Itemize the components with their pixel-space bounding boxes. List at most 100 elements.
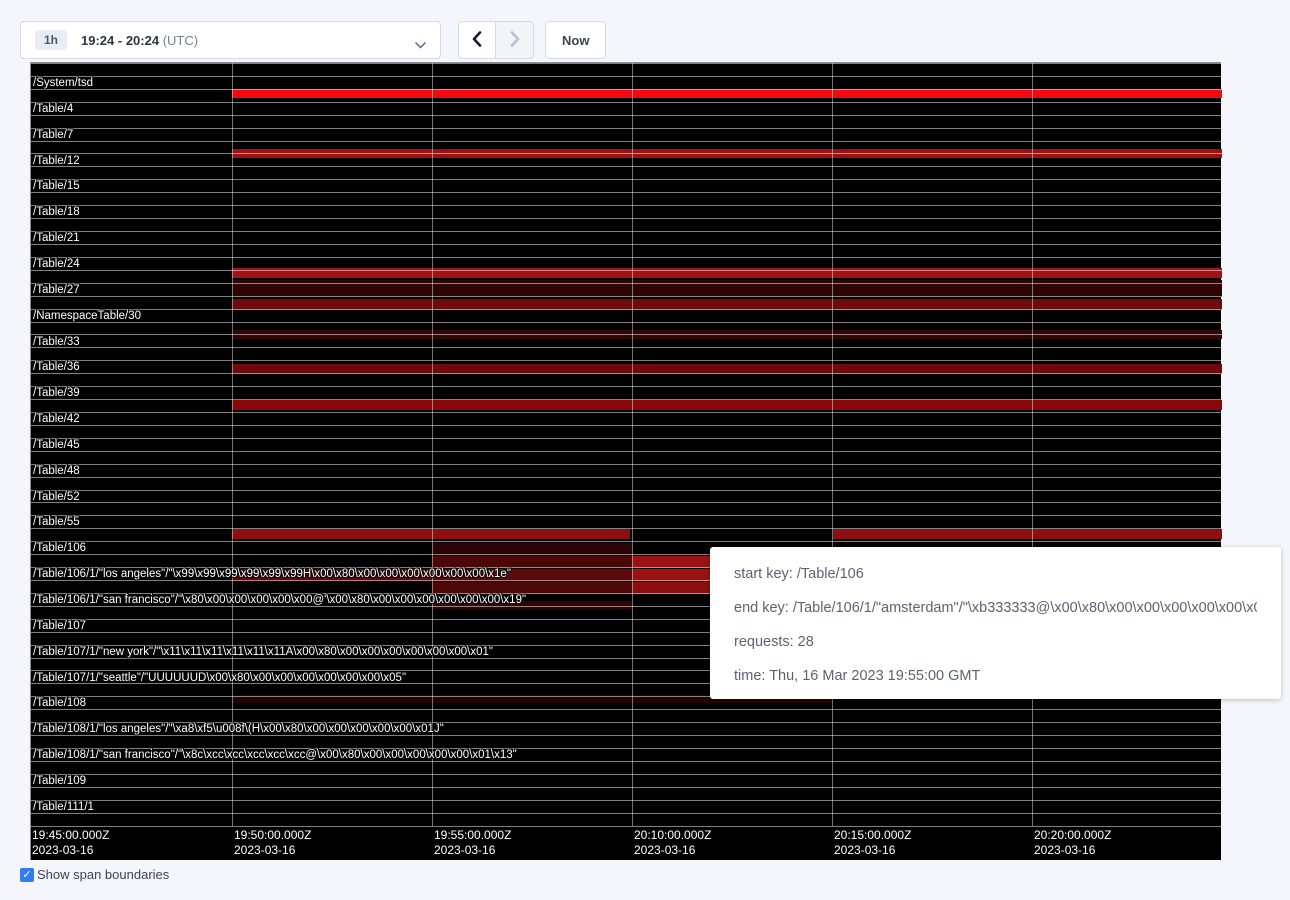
span-boundary-line: [31, 386, 1222, 387]
row-label: /Table/42: [33, 413, 80, 425]
x-axis-tick: 19:50:00.000Z2023-03-16: [234, 828, 311, 858]
x-axis-time: 19:50:00.000Z: [234, 828, 311, 843]
key-visualizer-canvas[interactable]: /System/tsd/Table/4/Table/7/Table/12/Tab…: [30, 62, 1221, 860]
x-axis-date: 2023-03-16: [32, 843, 109, 858]
row-label: /Table/39: [33, 387, 80, 399]
x-axis-date: 2023-03-16: [834, 843, 911, 858]
x-axis-time: 19:55:00.000Z: [434, 828, 511, 843]
span-boundaries-checkbox[interactable]: ✓: [20, 868, 34, 882]
span-boundary-line: [31, 709, 1222, 710]
time-gridline: [432, 63, 433, 826]
span-boundary-line: [31, 360, 1222, 361]
row-label: /Table/18: [33, 206, 80, 218]
span-boundary-line: [31, 373, 1222, 374]
x-axis-date: 2023-03-16: [434, 843, 511, 858]
span-boundary-line: [31, 399, 1222, 400]
x-axis-tick: 20:20:00.000Z2023-03-16: [1034, 828, 1111, 858]
prev-interval-button[interactable]: [458, 21, 496, 59]
span-boundaries-label: Show span boundaries: [37, 867, 169, 882]
heat-band: [232, 529, 630, 539]
row-label: /Table/107/1/"seattle"/"UUUUUUD\x00\x80\…: [33, 672, 406, 684]
row-label: /Table/4: [33, 103, 73, 115]
hover-tooltip: start key: /Table/106end key: /Table/106…: [710, 547, 1281, 699]
tooltip-line: start key: /Table/106: [734, 557, 1257, 591]
span-boundary-line: [31, 128, 1222, 129]
heat-band: [833, 529, 1222, 539]
now-button[interactable]: Now: [545, 21, 606, 59]
x-axis-tick: 19:45:00.000Z2023-03-16: [32, 828, 109, 858]
row-label: /Table/33: [33, 336, 80, 348]
span-boundary-line: [31, 541, 1222, 542]
chevron-right-icon: [510, 31, 520, 50]
span-boundary-line: [31, 76, 1222, 77]
next-interval-button[interactable]: [496, 21, 534, 59]
span-boundary-line: [31, 141, 1222, 142]
x-axis-time: 19:45:00.000Z: [32, 828, 109, 843]
span-boundary-line: [31, 153, 1222, 154]
row-label: /Table/108: [33, 697, 86, 709]
span-boundary-line: [31, 192, 1222, 193]
row-label: /Table/106/1/"san francisco"/"\x80\x00\x…: [33, 594, 526, 606]
span-boundary-line: [31, 179, 1222, 180]
row-label: /Table/12: [33, 155, 80, 167]
span-boundary-line: [31, 477, 1222, 478]
span-boundary-line: [31, 102, 1222, 103]
chevron-left-icon: [472, 31, 482, 50]
row-label: /Table/106/1/"los angeles"/"\x99\x99\x99…: [33, 568, 511, 580]
span-boundary-line: [31, 813, 1222, 814]
span-boundary-line: [31, 490, 1222, 491]
span-boundary-line: [31, 115, 1222, 116]
heat-band: [232, 400, 1222, 410]
x-axis-tick: 19:55:00.000Z2023-03-16: [434, 828, 511, 858]
time-gridline: [832, 63, 833, 826]
row-label: /Table/21: [33, 232, 80, 244]
time-range-select[interactable]: 1h 19:24 - 20:24 (UTC): [20, 21, 441, 59]
span-boundary-line: [31, 283, 1222, 284]
x-axis-tick: 20:15:00.000Z2023-03-16: [834, 828, 911, 858]
row-label: /Table/27: [33, 284, 80, 296]
row-label: /Table/24: [33, 258, 80, 270]
row-label: /Table/109: [33, 775, 86, 787]
x-axis-date: 2023-03-16: [634, 843, 711, 858]
span-boundary-line: [31, 347, 1222, 348]
span-boundary-line: [31, 166, 1222, 167]
row-label: /Table/106: [33, 542, 86, 554]
x-axis-date: 2023-03-16: [1034, 843, 1111, 858]
span-boundary-line: [31, 528, 1222, 529]
span-boundary-line: [31, 826, 1222, 827]
span-boundary-line: [31, 89, 1222, 90]
key-visualizer-page: 1h 19:24 - 20:24 (UTC) Now /System/tsd/T…: [0, 0, 1290, 900]
span-boundary-line: [31, 774, 1222, 775]
heat-band: [232, 89, 1222, 98]
row-label: /Table/111/1: [33, 801, 94, 813]
span-boundary-line: [31, 244, 1222, 245]
span-boundary-line: [31, 270, 1222, 271]
span-boundary-line: [31, 438, 1222, 439]
time-toolbar: 1h 19:24 - 20:24 (UTC) Now: [0, 0, 1290, 62]
x-axis-time: 20:10:00.000Z: [634, 828, 711, 843]
span-boundary-line: [31, 334, 1222, 335]
time-zone-text: (UTC): [163, 33, 198, 48]
span-boundary-line: [31, 412, 1222, 413]
span-boundary-line: [31, 322, 1222, 323]
row-label: /Table/48: [33, 465, 80, 477]
tooltip-lines: start key: /Table/106end key: /Table/106…: [734, 557, 1257, 693]
time-range-value: 19:24 - 20:24: [81, 33, 159, 48]
row-label: /Table/107: [33, 620, 86, 632]
row-label: /Table/36: [33, 361, 80, 373]
duration-badge: 1h: [35, 30, 67, 50]
x-axis-tick: 20:10:00.000Z2023-03-16: [634, 828, 711, 858]
tooltip-line: requests: 28: [734, 625, 1257, 659]
row-label: /Table/7: [33, 129, 73, 141]
row-label: /Table/55: [33, 516, 80, 528]
span-boundary-line: [31, 63, 1222, 64]
span-boundary-line: [31, 800, 1222, 801]
span-boundary-line: [31, 502, 1222, 503]
span-boundary-line: [31, 205, 1222, 206]
time-gridline: [632, 63, 633, 826]
time-nav-group: [458, 21, 534, 59]
span-boundary-line: [31, 218, 1222, 219]
span-boundary-line: [31, 309, 1222, 310]
row-label: /Table/107/1/"new york"/"\x11\x11\x11\x1…: [33, 646, 493, 658]
span-boundary-line: [31, 787, 1222, 788]
